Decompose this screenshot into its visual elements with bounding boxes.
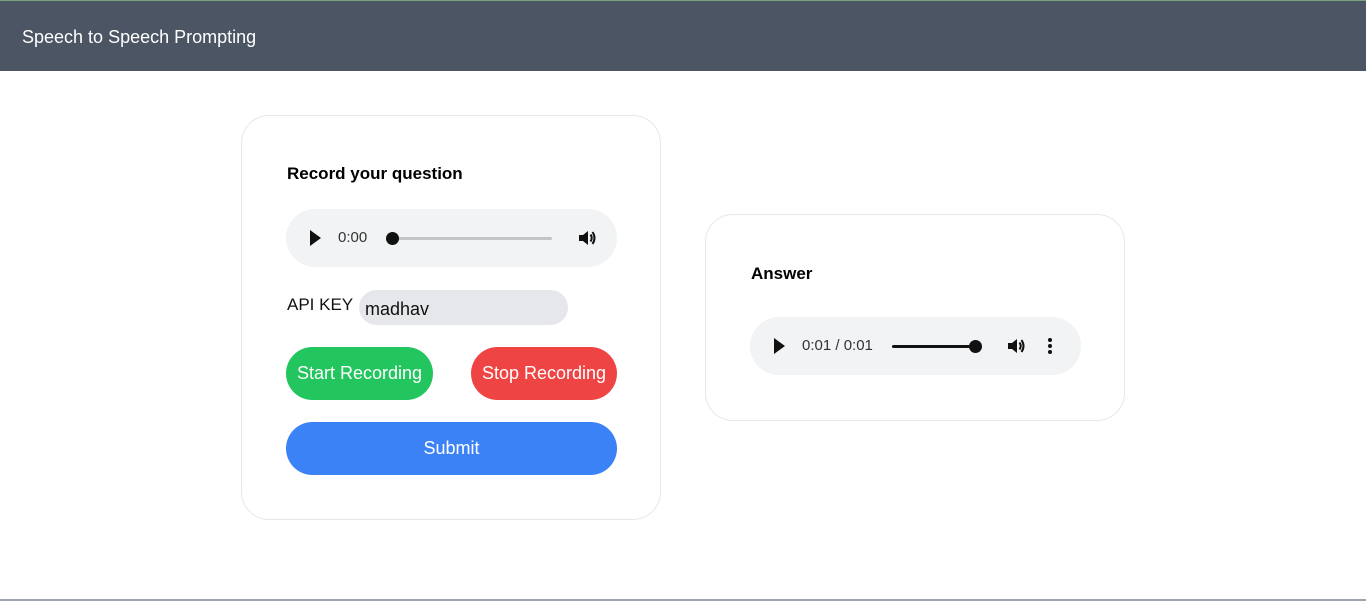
answer-card-title: Answer bbox=[751, 264, 813, 283]
audio-time: 0:01 / 0:01 bbox=[802, 337, 873, 354]
api-key-label: API KEY bbox=[287, 295, 354, 314]
volume-icon[interactable] bbox=[1006, 336, 1026, 356]
audio-seek-thumb[interactable] bbox=[386, 232, 399, 245]
record-card: Record your question 0:00 API KEY Start … bbox=[241, 115, 661, 520]
more-options-icon[interactable] bbox=[1047, 337, 1053, 355]
play-icon[interactable] bbox=[310, 230, 321, 246]
start-recording-button[interactable]: Start Recording bbox=[286, 347, 433, 400]
app-header: Speech to Speech Prompting bbox=[0, 0, 1366, 71]
question-audio-player[interactable]: 0:00 bbox=[286, 209, 617, 267]
volume-icon[interactable] bbox=[577, 228, 597, 248]
audio-seek-thumb[interactable] bbox=[969, 340, 982, 353]
audio-progress-fill bbox=[892, 345, 975, 348]
answer-audio-player[interactable]: 0:01 / 0:01 bbox=[750, 317, 1081, 375]
api-key-input[interactable] bbox=[359, 290, 568, 325]
submit-button[interactable]: Submit bbox=[286, 422, 617, 475]
play-icon[interactable] bbox=[774, 338, 785, 354]
audio-seek-bar[interactable] bbox=[386, 232, 552, 245]
record-card-title: Record your question bbox=[287, 164, 463, 183]
answer-card: Answer 0:01 / 0:01 bbox=[705, 214, 1125, 421]
stop-recording-button[interactable]: Stop Recording bbox=[471, 347, 617, 400]
audio-time: 0:00 bbox=[338, 229, 368, 246]
audio-seek-bar[interactable] bbox=[892, 340, 982, 353]
app-title: Speech to Speech Prompting bbox=[22, 27, 257, 47]
